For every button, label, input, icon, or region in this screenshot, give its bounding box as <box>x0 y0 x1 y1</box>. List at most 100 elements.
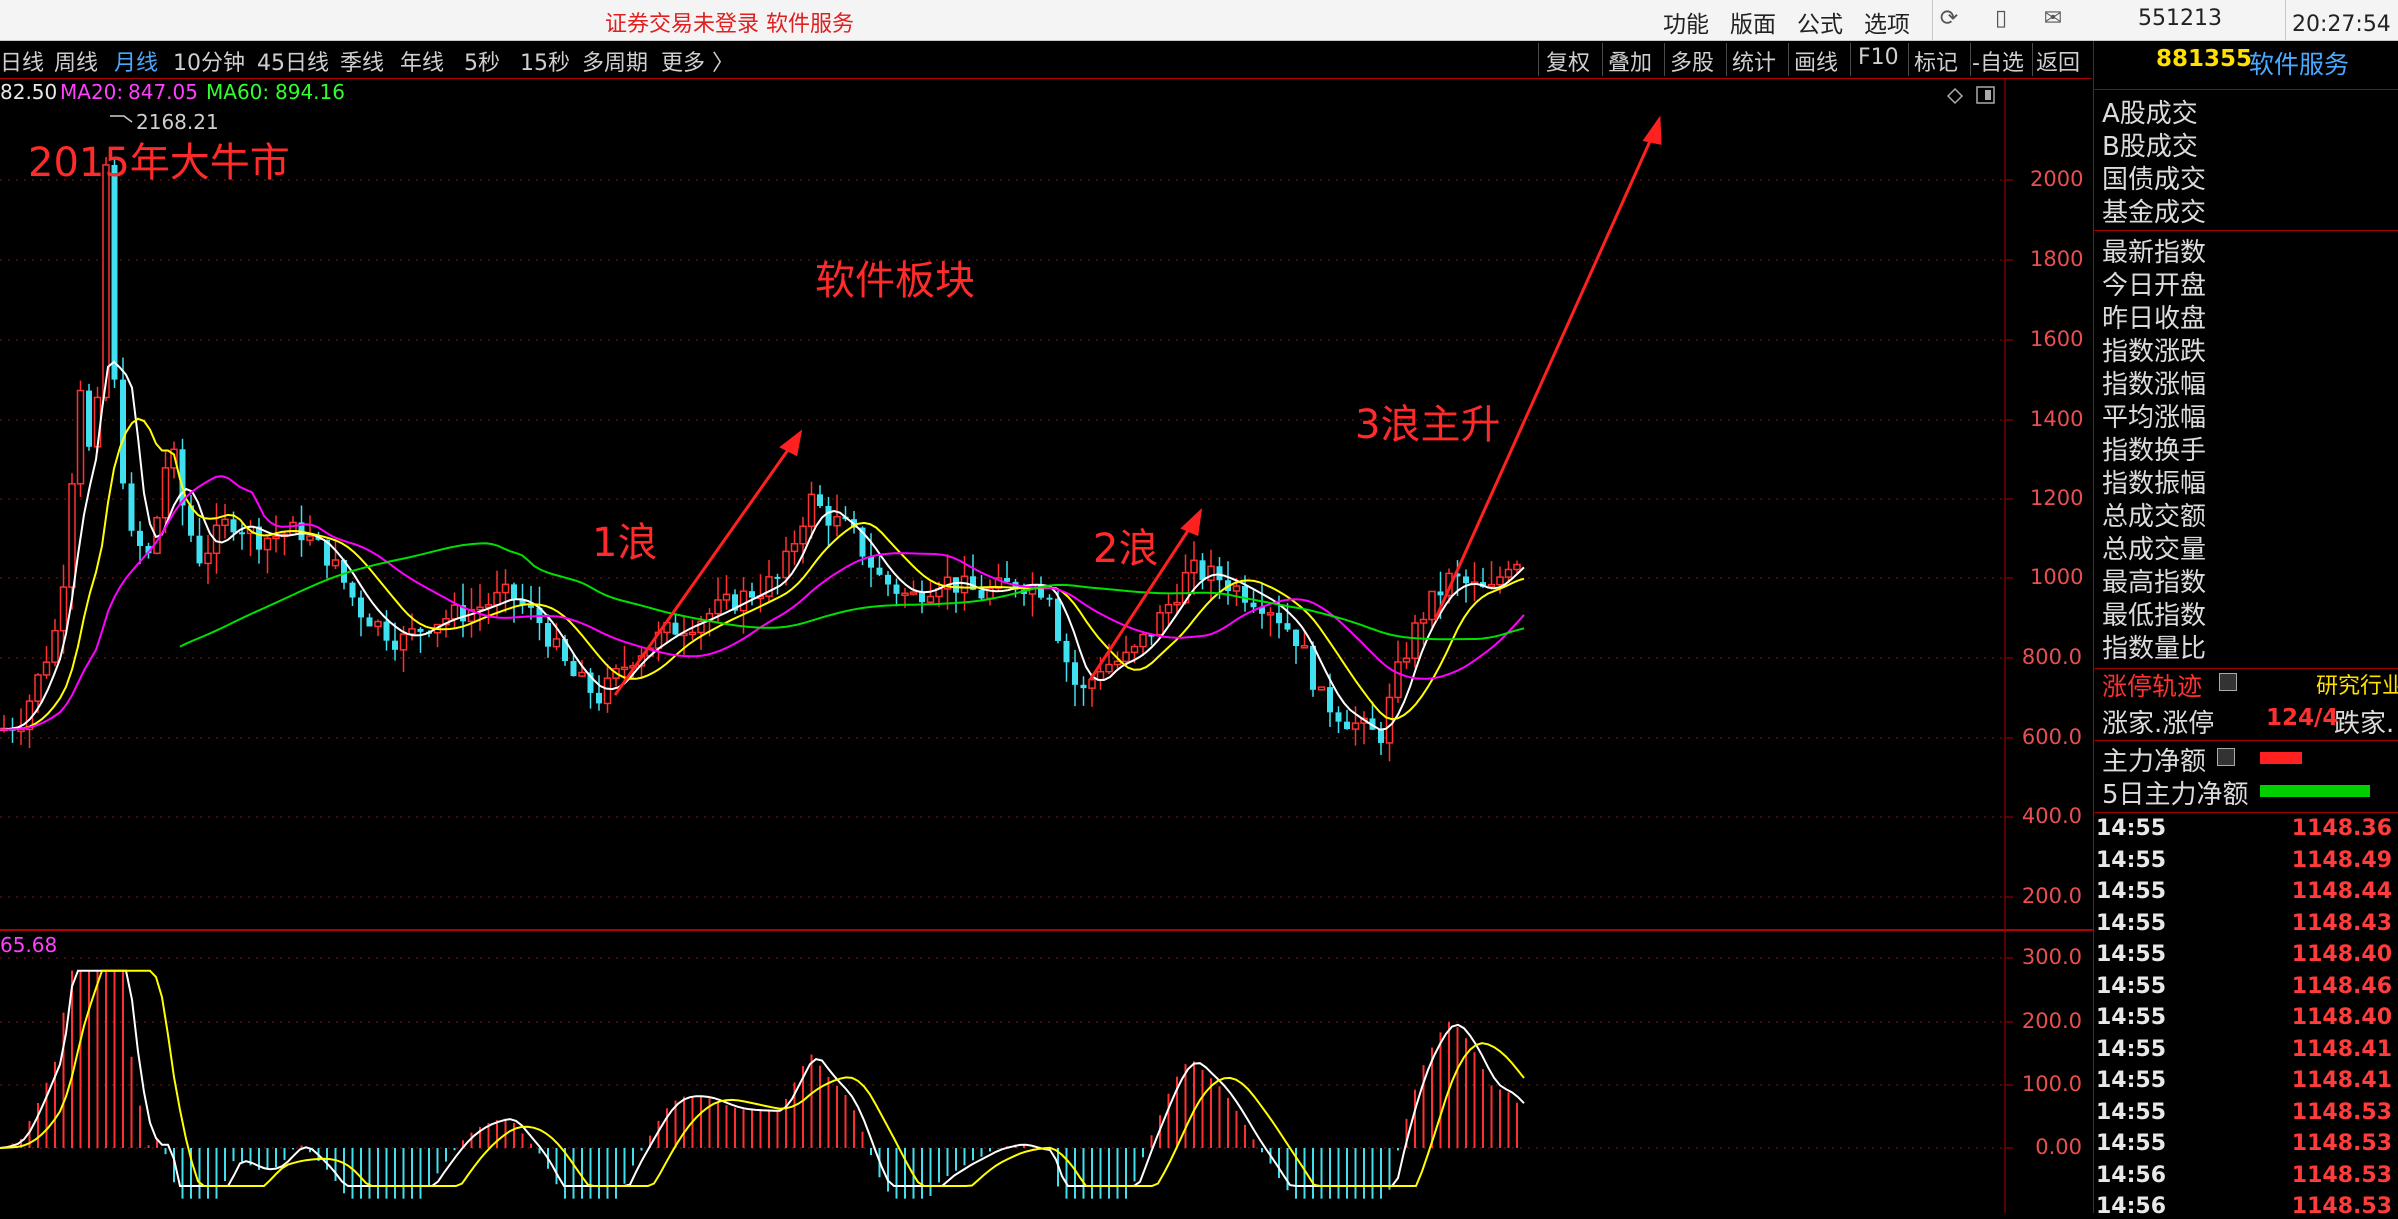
tick-time: 14:55 <box>2096 847 2167 873</box>
candle-body <box>1293 629 1299 647</box>
ma60-value: 894.16 <box>275 80 345 104</box>
ma5-value: 82.50 <box>0 80 58 104</box>
tick-value: 1148.44 <box>2291 879 2392 904</box>
candle-body <box>392 640 398 650</box>
candle-body <box>76 389 85 485</box>
candle-body <box>1199 560 1206 581</box>
candle-body <box>1113 660 1122 666</box>
candle-body <box>263 537 272 551</box>
candle-body <box>272 535 280 540</box>
candle-body <box>833 515 841 527</box>
list-icon[interactable] <box>2217 748 2235 766</box>
macd-tick: 100.0 <box>2021 1072 2082 1096</box>
ma5-line <box>0 360 1525 731</box>
candle-body <box>1402 657 1411 663</box>
y-tick: 1800 <box>2030 247 2084 271</box>
ma20-value: 847.05 <box>128 80 198 104</box>
candle-body <box>230 519 237 533</box>
y-tick: 200.0 <box>2021 884 2082 908</box>
candle-body <box>1284 623 1291 630</box>
candle-body <box>102 164 110 399</box>
candle-body <box>603 677 612 705</box>
candle-body <box>1250 602 1257 608</box>
candle-body <box>1487 583 1496 588</box>
tick-value: 1148.53 <box>2291 1099 2392 1125</box>
index-name: 软件服务 <box>2249 50 2350 79</box>
tick-value: 1148.40 <box>2291 1005 2392 1030</box>
candle-body <box>1122 651 1130 663</box>
candle-body <box>1046 597 1053 600</box>
tick-value: 1148.36 <box>2291 816 2392 841</box>
axis-ticks <box>2005 179 2013 1149</box>
candle-body <box>128 483 135 531</box>
y-tick: 2000 <box>2030 167 2084 191</box>
tick-time: 14:55 <box>2096 1068 2167 1093</box>
candle-body <box>34 674 42 702</box>
index-code: 881355 <box>2156 46 2253 72</box>
stat-label: 最高指数 <box>2102 568 2207 598</box>
candle-body <box>120 379 126 484</box>
tick-time: 14:55 <box>2096 1036 2167 1062</box>
candle-body <box>1190 559 1198 574</box>
tick-time: 14:55 <box>2096 942 2167 967</box>
divider <box>2094 812 2398 813</box>
tick-time: 14:55 <box>2096 910 2167 936</box>
candle-body <box>417 628 424 632</box>
stat-label: 国债成交 <box>2102 165 2207 195</box>
candle-body <box>722 593 731 601</box>
candle-body <box>1385 696 1394 744</box>
main-net-bar <box>2260 752 2302 764</box>
candle-body <box>1411 622 1419 659</box>
y-tick: 1400 <box>2030 407 2084 431</box>
stat-label: 最新指数 <box>2102 238 2207 268</box>
candle-body <box>1232 585 1241 592</box>
candle-body <box>1130 645 1139 654</box>
candle-body <box>545 623 551 647</box>
macd-tick: 200.0 <box>2021 1009 2082 1033</box>
stat-label: A股成交 <box>2102 99 2198 129</box>
candle-body <box>1419 618 1428 624</box>
y-tick: 600.0 <box>2021 725 2082 749</box>
candle-body <box>953 577 959 593</box>
tick-time: 14:55 <box>2096 1131 2167 1156</box>
tick-time: 14:56 <box>2096 1194 2167 1219</box>
stat-label: 指数振幅 <box>2102 469 2207 499</box>
list-icon[interactable] <box>2219 673 2237 691</box>
candle-body <box>1351 722 1360 730</box>
candle-body <box>476 606 484 611</box>
stat-label: 最低指数 <box>2102 601 2207 631</box>
tick-value: 1148.49 <box>2291 847 2392 873</box>
candle-body <box>1063 640 1070 663</box>
limit-track-label[interactable]: 涨停轨迹 <box>2102 667 2202 703</box>
candle-body <box>1513 563 1521 571</box>
stat-label: 平均涨幅 <box>2102 403 2207 433</box>
candle-body <box>204 552 212 565</box>
tick-time: 14:55 <box>2096 816 2167 841</box>
candle-body <box>1428 590 1436 621</box>
tick-value: 1148.53 <box>2291 1131 2392 1156</box>
stat-label: 昨日收盘 <box>2102 304 2207 334</box>
candle-body <box>196 535 203 564</box>
kline-chart[interactable] <box>0 0 2093 1213</box>
candlesticks <box>0 156 1521 762</box>
tick-time: 14:56 <box>2096 1162 2167 1188</box>
research-industry-label[interactable]: 研究行业 <box>2316 668 2398 700</box>
candle-body <box>408 628 416 635</box>
y-tick: 800.0 <box>2021 645 2082 669</box>
candle-body <box>42 661 51 676</box>
candle-body <box>774 576 781 579</box>
candle-body <box>1276 612 1282 624</box>
candle-body <box>739 590 748 612</box>
candle-body <box>331 559 340 567</box>
stat-label: 今日开盘 <box>2102 271 2207 301</box>
candle-body <box>511 584 517 600</box>
candle-body <box>306 535 314 541</box>
stat-label: 基金成交 <box>2102 198 2207 228</box>
quote-panel: 881355 软件服务 A股成交 B股成交 国债成交 基金成交 最新指数 今日开盘… <box>2093 41 2398 1219</box>
candle-body <box>688 631 697 636</box>
main-net-label: 主力净额 <box>2102 747 2207 777</box>
peak-marker <box>110 115 133 123</box>
candle-body <box>111 164 118 380</box>
tick-value: 1148.53 <box>2291 1162 2392 1188</box>
tick-time: 14:55 <box>2096 973 2167 999</box>
